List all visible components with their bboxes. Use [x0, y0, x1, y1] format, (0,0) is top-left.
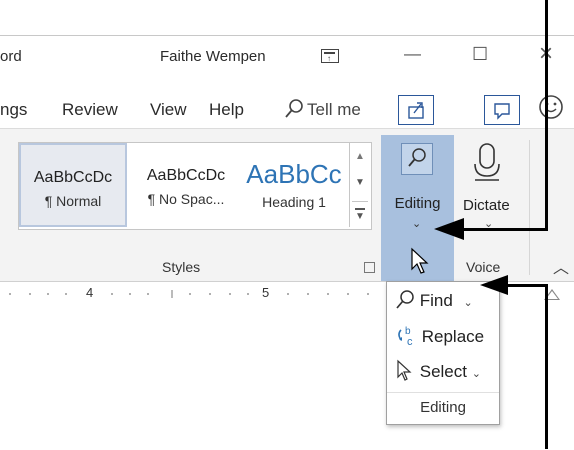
replace-menu-item[interactable]: bc Replace [395, 324, 485, 348]
collapse-ribbon-icon[interactable]: ︿ [553, 254, 569, 278]
share-icon [408, 102, 424, 119]
ruler-mark-5: 5 [262, 285, 270, 300]
share-button[interactable] [398, 95, 434, 125]
find-menu-item[interactable]: Find ⌄ [395, 289, 473, 311]
style-name: ¶ Normal [44, 193, 102, 209]
chevron-down-icon[interactable]: ⌄ [464, 297, 473, 309]
search-icon [401, 143, 433, 175]
search-icon [284, 98, 304, 125]
replace-label: Replace [421, 327, 485, 346]
style-name: ¶ No Spac... [147, 191, 225, 207]
style-heading-1[interactable]: AaBbCc Heading 1 [241, 143, 347, 227]
maximize-button[interactable]: ☐ [472, 44, 488, 65]
select-menu-item[interactable]: Select ⌄ [395, 359, 481, 382]
editing-button[interactable]: Editing ⌄ [381, 135, 454, 281]
dictate-button[interactable]: Dictate [463, 197, 510, 214]
style-name: Heading 1 [262, 194, 326, 210]
style-normal[interactable]: AaBbCcDc ¶ Normal [19, 143, 127, 227]
style-no-spacing[interactable]: AaBbCcDc ¶ No Spac... [131, 143, 241, 227]
replace-icon: bc [398, 326, 413, 348]
feedback-smiley-icon[interactable] [538, 94, 564, 125]
style-sample: AaBbCc [246, 159, 342, 189]
style-sample: AaBbCcDc [146, 167, 226, 184]
comments-button[interactable] [484, 95, 520, 125]
callout-arrowhead-icon [434, 218, 464, 240]
scroll-up-icon[interactable]: ▲ [355, 151, 365, 162]
chevron-down-icon: ⌄ [471, 368, 481, 380]
mouse-pointer-icon [411, 247, 429, 274]
editing-dropdown-menu: Find ⌄ bc Replace Select ⌄ Editing [386, 281, 500, 425]
document-title: ord [0, 48, 22, 65]
svg-text:c: c [407, 336, 413, 346]
styles-gallery: AaBbCcDc ¶ Normal AaBbCcDc ¶ No Spac... … [18, 142, 372, 230]
ribbon-display-options-icon[interactable]: ↑ [321, 49, 339, 63]
tab-partial[interactable]: ngs [0, 100, 27, 120]
editing-menu-footer: Editing [420, 399, 466, 416]
callout-line [460, 228, 548, 231]
tab-review[interactable]: Review [62, 100, 118, 120]
select-cursor-icon [397, 359, 412, 381]
tab-help[interactable]: Help [209, 100, 244, 120]
select-label: Select [419, 362, 467, 381]
styles-dialog-launcher-icon[interactable] [364, 262, 375, 273]
tab-view[interactable]: View [150, 100, 187, 120]
style-sample: AaBbCcDc [33, 169, 113, 186]
find-label: Find [419, 291, 453, 310]
chevron-down-icon: ⌄ [412, 218, 422, 230]
microphone-icon[interactable] [470, 142, 504, 189]
search-icon [396, 290, 414, 309]
comment-icon [494, 103, 510, 120]
user-name[interactable]: Faithe Wempen [160, 48, 266, 65]
ruler-mark-4: 4 [86, 285, 94, 300]
scroll-down-icon[interactable]: ▼ [355, 177, 365, 188]
callout-line [505, 284, 548, 287]
editing-label: Editing [394, 195, 441, 212]
minimize-button[interactable]: — [404, 44, 421, 64]
voice-group-label: Voice [466, 259, 501, 275]
gallery-more-icon[interactable]: ▼ [352, 201, 368, 226]
callout-line [545, 284, 548, 449]
callout-line [545, 0, 548, 231]
tell-me-search[interactable]: Tell me [307, 100, 361, 120]
styles-group-label: Styles [162, 259, 201, 275]
callout-arrowhead-icon [480, 275, 508, 295]
